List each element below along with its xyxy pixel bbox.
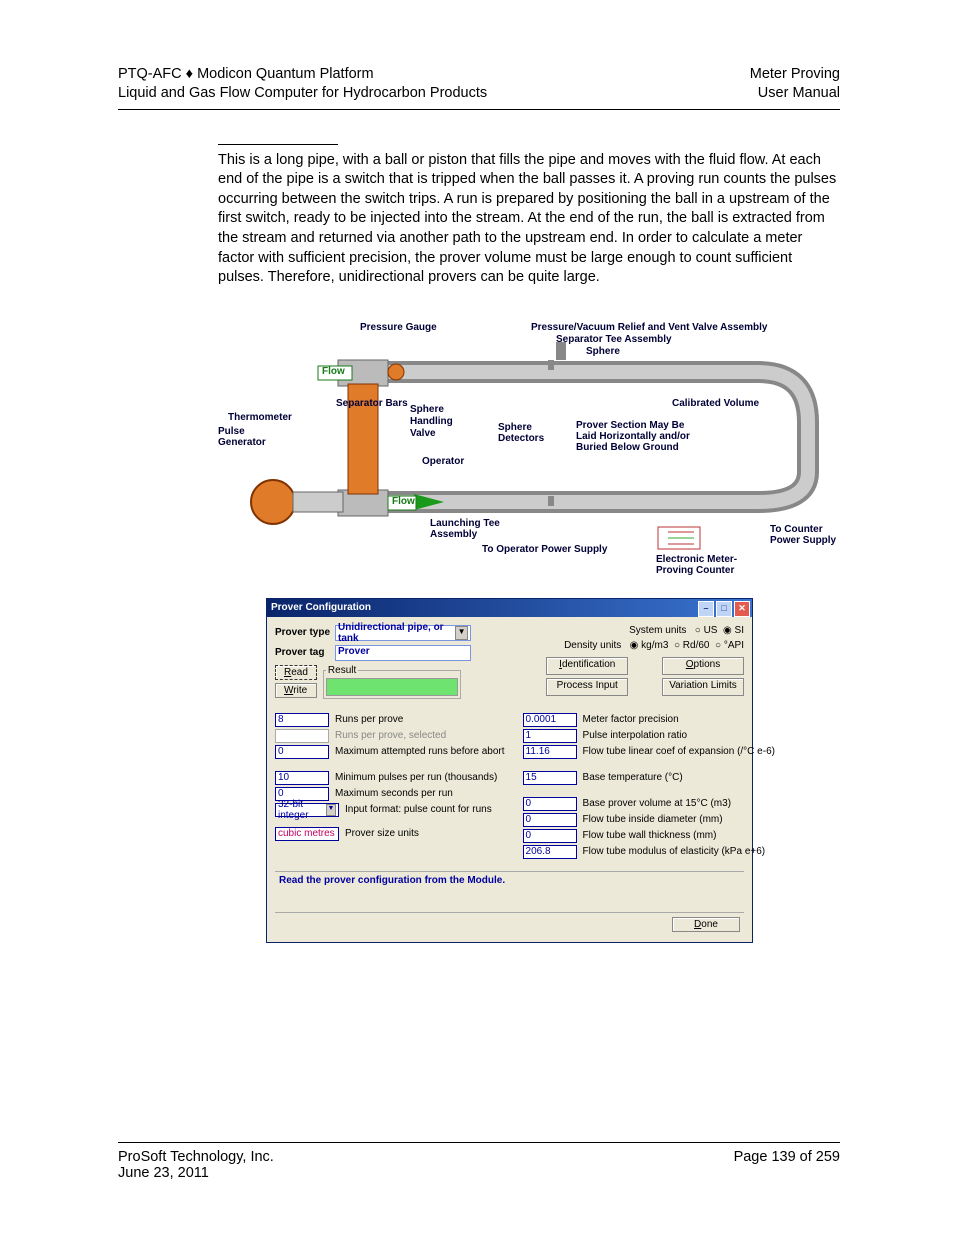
header-rule bbox=[118, 109, 840, 110]
lbl-operator: Operator bbox=[422, 456, 464, 467]
base-temp-input[interactable]: 15 bbox=[523, 771, 577, 785]
page-footer: ProSoft Technology, Inc. June 23, 2011 P… bbox=[118, 1135, 840, 1181]
input-format-label: Input format: pulse count for runs bbox=[345, 804, 492, 815]
prover-type-label: Prover type bbox=[275, 627, 335, 638]
lbl-septee: Separator Tee Assembly bbox=[556, 334, 672, 345]
page-header: PTQ-AFC ♦ Modicon Quantum Platform Liqui… bbox=[118, 65, 840, 103]
runs-per-prove-input[interactable]: 8 bbox=[275, 713, 329, 727]
max-attempted-input[interactable]: 0 bbox=[275, 745, 329, 759]
prover-config-dialog: Prover Configuration – □ ✕ Prover type U… bbox=[266, 598, 753, 943]
meter-factor-input[interactable]: 0.0001 bbox=[523, 713, 577, 727]
result-fieldset: Result bbox=[323, 665, 461, 699]
prover-size-input[interactable]: cubic metres bbox=[275, 827, 339, 841]
lbl-section: Prover Section May Be Laid Horizontally … bbox=[576, 420, 690, 453]
footer-company: ProSoft Technology, Inc. bbox=[118, 1149, 274, 1165]
header-right-2: User Manual bbox=[750, 84, 840, 103]
radio-si[interactable]: ◉ SI bbox=[723, 625, 744, 636]
radio-rd60[interactable]: ○ Rd/60 bbox=[674, 640, 710, 651]
lbl-tocounter: To Counter Power Supply bbox=[770, 524, 836, 546]
lbl-flow: Flow bbox=[322, 366, 345, 377]
header-right-1: Meter Proving bbox=[750, 65, 840, 84]
lbl-emeter: Electronic Meter- Proving Counter bbox=[656, 554, 737, 576]
section-rule bbox=[218, 144, 338, 145]
base-vol-label: Base prover volume at 15°C (m3) bbox=[583, 798, 732, 809]
lbl-valve: Valve bbox=[410, 428, 436, 439]
base-vol-input[interactable]: 0 bbox=[523, 797, 577, 811]
header-left-1: PTQ-AFC ♦ Modicon Quantum Platform bbox=[118, 65, 487, 84]
flow-mod-label: Flow tube modulus of elasticity (kPa e+6… bbox=[583, 846, 766, 857]
write-button[interactable]: Write bbox=[275, 683, 317, 698]
identification-button[interactable]: IIdentificationdentification bbox=[546, 657, 628, 675]
flow-id-input[interactable]: 0 bbox=[523, 813, 577, 827]
status-bar: Read the prover configuration from the M… bbox=[275, 871, 744, 912]
read-button[interactable]: RReadead bbox=[275, 665, 317, 680]
max-seconds-label: Maximum seconds per run bbox=[335, 788, 453, 799]
chevron-down-icon[interactable]: ▼ bbox=[326, 804, 336, 816]
meter-factor-label: Meter factor precision bbox=[583, 714, 679, 725]
flow-mod-input[interactable]: 206.8 bbox=[523, 845, 577, 859]
lbl-flow2: Flow bbox=[392, 496, 415, 507]
lbl-thermo: Thermometer bbox=[228, 412, 292, 423]
process-input-button[interactable]: Process Input bbox=[546, 678, 628, 696]
footer-rule bbox=[118, 1142, 840, 1143]
system-units-label: System units bbox=[629, 625, 686, 636]
radio-us[interactable]: ○ US bbox=[695, 625, 718, 636]
lbl-sepbars: Separator Bars bbox=[336, 398, 408, 409]
input-format-select[interactable]: 32-bit integer▼ bbox=[275, 803, 339, 817]
radio-api[interactable]: ○ °API bbox=[715, 640, 744, 651]
dialog-title: Prover Configuration bbox=[271, 602, 371, 613]
pulse-interp-input[interactable]: 1 bbox=[523, 729, 577, 743]
flow-wt-input[interactable]: 0 bbox=[523, 829, 577, 843]
lbl-pulsegen: Pulse Generator bbox=[218, 426, 266, 448]
variation-limits-button[interactable]: Variation Limits bbox=[662, 678, 744, 696]
runs-selected-label: Runs per prove, selected bbox=[335, 730, 446, 741]
base-temp-label: Base temperature (°C) bbox=[583, 772, 683, 783]
runs-per-prove-label: Runs per prove bbox=[335, 714, 403, 725]
flow-id-label: Flow tube inside diameter (mm) bbox=[583, 814, 723, 825]
lbl-sphere: Sphere bbox=[586, 346, 620, 357]
close-icon[interactable]: ✕ bbox=[734, 601, 750, 617]
radio-kgm3[interactable]: ◉ kg/m3 bbox=[630, 640, 669, 651]
pulse-interp-label: Pulse interpolation ratio bbox=[583, 730, 688, 741]
minimize-icon[interactable]: – bbox=[698, 601, 714, 617]
lbl-sphere2: Sphere bbox=[410, 404, 444, 415]
prover-type-select[interactable]: Unidirectional pipe, or tank ▼ bbox=[335, 625, 471, 641]
density-units-label: Density units bbox=[564, 640, 621, 651]
prover-diagram: Pressure Gauge Pressure/Vacuum Relief an… bbox=[218, 322, 838, 582]
flow-coef-label: Flow tube linear coef of expansion (/°C … bbox=[583, 746, 775, 757]
lbl-toopps: To Operator Power Supply bbox=[482, 544, 607, 555]
header-left-2: Liquid and Gas Flow Computer for Hydroca… bbox=[118, 84, 487, 103]
maximize-icon[interactable]: □ bbox=[716, 601, 732, 617]
chevron-down-icon[interactable]: ▼ bbox=[455, 626, 468, 640]
lbl-calvol: Calibrated Volume bbox=[672, 398, 759, 409]
dialog-titlebar[interactable]: Prover Configuration – □ ✕ bbox=[267, 599, 752, 617]
flow-wt-label: Flow tube wall thickness (mm) bbox=[583, 830, 717, 841]
options-button[interactable]: Options bbox=[662, 657, 744, 675]
footer-page: Page 139 of 259 bbox=[734, 1149, 840, 1181]
prover-tag-input[interactable]: Prover bbox=[335, 645, 471, 661]
prover-type-value: Unidirectional pipe, or tank bbox=[338, 622, 455, 644]
lbl-launch: Launching Tee Assembly bbox=[430, 518, 500, 540]
min-pulses-label: Minimum pulses per run (thousands) bbox=[335, 772, 497, 783]
runs-selected-input bbox=[275, 729, 329, 743]
prover-size-label: Prover size units bbox=[345, 828, 419, 839]
result-legend: Result bbox=[326, 665, 358, 676]
lbl-relief: Pressure/Vacuum Relief and Vent Valve As… bbox=[531, 322, 767, 333]
lbl-handling: Handling bbox=[410, 416, 453, 427]
max-attempted-label: Maximum attempted runs before abort bbox=[335, 746, 505, 757]
lbl-pressure-gauge: Pressure Gauge bbox=[360, 322, 437, 333]
body-paragraph: This is a long pipe, with a ball or pist… bbox=[218, 151, 840, 288]
min-pulses-input[interactable]: 10 bbox=[275, 771, 329, 785]
prover-tag-label: Prover tag bbox=[275, 647, 335, 658]
flow-coef-input[interactable]: 11.16 bbox=[523, 745, 577, 759]
result-box bbox=[326, 678, 458, 696]
done-button[interactable]: Done bbox=[672, 917, 740, 932]
lbl-sdet: Sphere Detectors bbox=[498, 422, 544, 444]
footer-date: June 23, 2011 bbox=[118, 1165, 274, 1181]
